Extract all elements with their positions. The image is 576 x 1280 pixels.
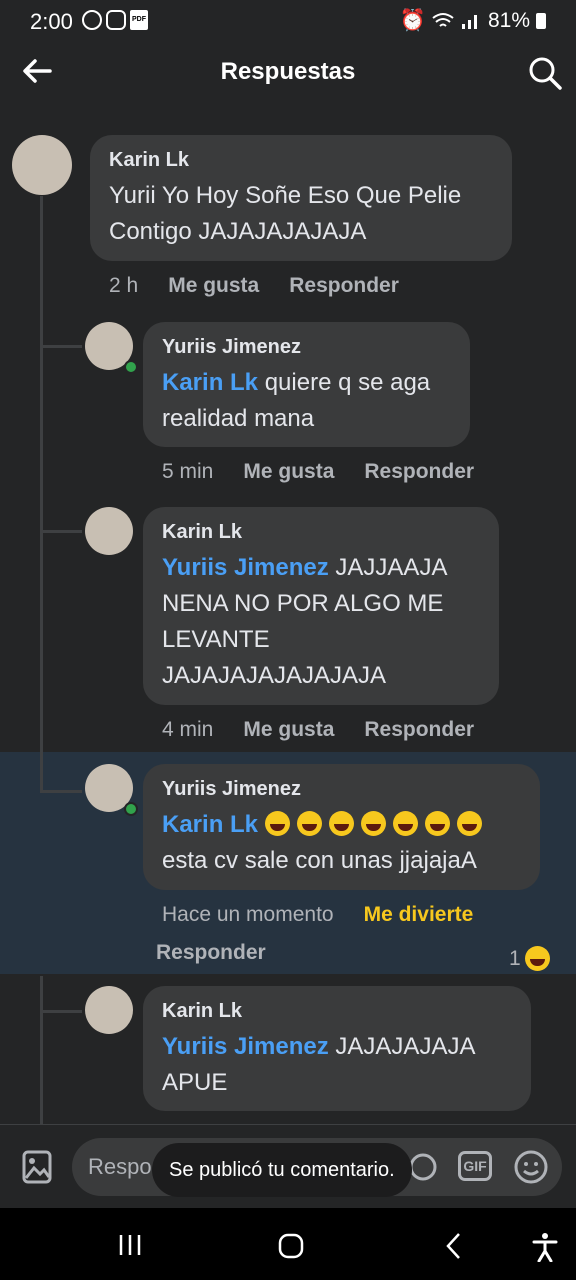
laughing-emoji-icon [360,811,386,836]
battery-percent: 81% [487,9,530,32]
comment-bubble[interactable]: Karin Lk Yurii Yo Hoy Soñe Eso Que Pelie… [90,135,512,261]
gif-icon[interactable]: GIF [458,1151,492,1181]
comment-time: Hace un momento [162,903,334,926]
comment-actions: 5 min Me gusta Responder [162,460,474,484]
comment-actions: Hace un momento Me divierte [162,903,473,927]
status-indicators: ⏰ 81% [400,9,546,33]
avatar[interactable] [12,135,72,195]
status-time: 2:00 [30,9,73,34]
emoji-picker-icon[interactable] [514,1150,548,1184]
comment-bubble[interactable]: Yuriis Jimenez Karin Lk quiere q se aga … [143,322,470,447]
comment-actions: Responder [156,941,266,965]
photo-icon[interactable] [22,1150,52,1184]
comment-actions: 2 h Me gusta Responder [109,274,399,298]
comment-author[interactable]: Yuriis Jimenez [162,778,521,801]
comment-time: 2 h [109,274,139,297]
laughing-emoji-icon [424,811,450,836]
comment-time: 5 min [162,460,214,483]
comment-author[interactable]: Karin Lk [109,149,493,172]
thread-line [40,976,43,1124]
youtube-icon [106,10,126,30]
reaction-count: 1 [509,946,521,970]
thread-branch [40,345,82,348]
comment-author[interactable]: Yuriis Jimenez [162,336,451,359]
whatsapp-icon [82,10,102,30]
thread-branch [40,530,82,533]
like-button[interactable]: Me gusta [243,460,334,484]
like-button[interactable]: Me gusta [243,718,334,742]
comment-bubble[interactable]: Karin Lk Yuriis Jimenez JAJAJAJAJA APUE [143,986,531,1111]
reply-button[interactable]: Responder [364,718,474,742]
avatar[interactable] [85,507,133,555]
comment-author[interactable]: Karin Lk [162,1000,512,1023]
alarm-icon: ⏰ [399,9,426,32]
reaction-summary[interactable]: 1 [509,946,557,971]
recent-apps-icon[interactable] [117,1233,143,1257]
home-icon[interactable] [278,1233,304,1259]
status-bar: 2:00 PDF ⏰ 81% [0,0,576,44]
comment-text: esta cv sale con unas jjajajaA [162,847,477,874]
reply-button[interactable]: Responder [289,274,399,298]
mention-link[interactable]: Yuriis Jimenez [162,1033,329,1060]
toast-message: Se publicó tu comentario. [152,1143,412,1197]
sticker-icon[interactable] [408,1152,438,1182]
comment-text: Yurii Yo Hoy Soñe Eso Que Pelie Contigo … [109,182,462,245]
reaction-button[interactable]: Me divierte [364,903,474,927]
wifi-icon [432,13,454,27]
search-icon[interactable] [528,56,562,90]
reply-button[interactable]: Responder [364,460,474,484]
mention-link[interactable]: Karin Lk [162,369,258,396]
comment-author[interactable]: Karin Lk [162,521,480,544]
comment-time: 4 min [162,718,214,741]
system-nav-bar [0,1208,576,1280]
laughing-emoji-icon [328,811,354,836]
signal-icon [461,15,477,29]
mention-link[interactable]: Yuriis Jimenez [162,554,329,581]
online-status-dot [124,802,138,816]
page-title: Respuestas [220,58,356,85]
comment-actions: 4 min Me gusta Responder [162,718,474,742]
back-nav-icon[interactable] [444,1232,462,1260]
laughing-emoji-icon [296,811,322,836]
like-button[interactable]: Me gusta [168,274,259,298]
haha-reaction-icon [524,946,550,971]
laughing-emoji-icon [392,811,418,836]
laughing-emoji-row [264,811,489,838]
avatar[interactable] [85,986,133,1034]
mention-link[interactable]: Karin Lk [162,811,258,838]
laughing-emoji-icon [264,811,290,836]
accessibility-icon[interactable] [532,1232,558,1262]
thread-branch [40,790,82,793]
comment-bubble[interactable]: Yuriis Jimenez Karin Lk esta cv sale con… [143,764,540,890]
comment-placeholder: Respo [88,1154,152,1179]
comment-bubble[interactable]: Karin Lk Yuriis Jimenez JAJJAAJA NENA NO… [143,507,499,705]
pdf-icon: PDF [130,10,148,30]
thread-line [40,196,43,792]
thread-branch [40,1010,82,1013]
battery-icon [536,13,546,29]
online-status-dot [124,360,138,374]
laughing-emoji-icon [456,811,482,836]
reply-button[interactable]: Responder [156,941,266,965]
